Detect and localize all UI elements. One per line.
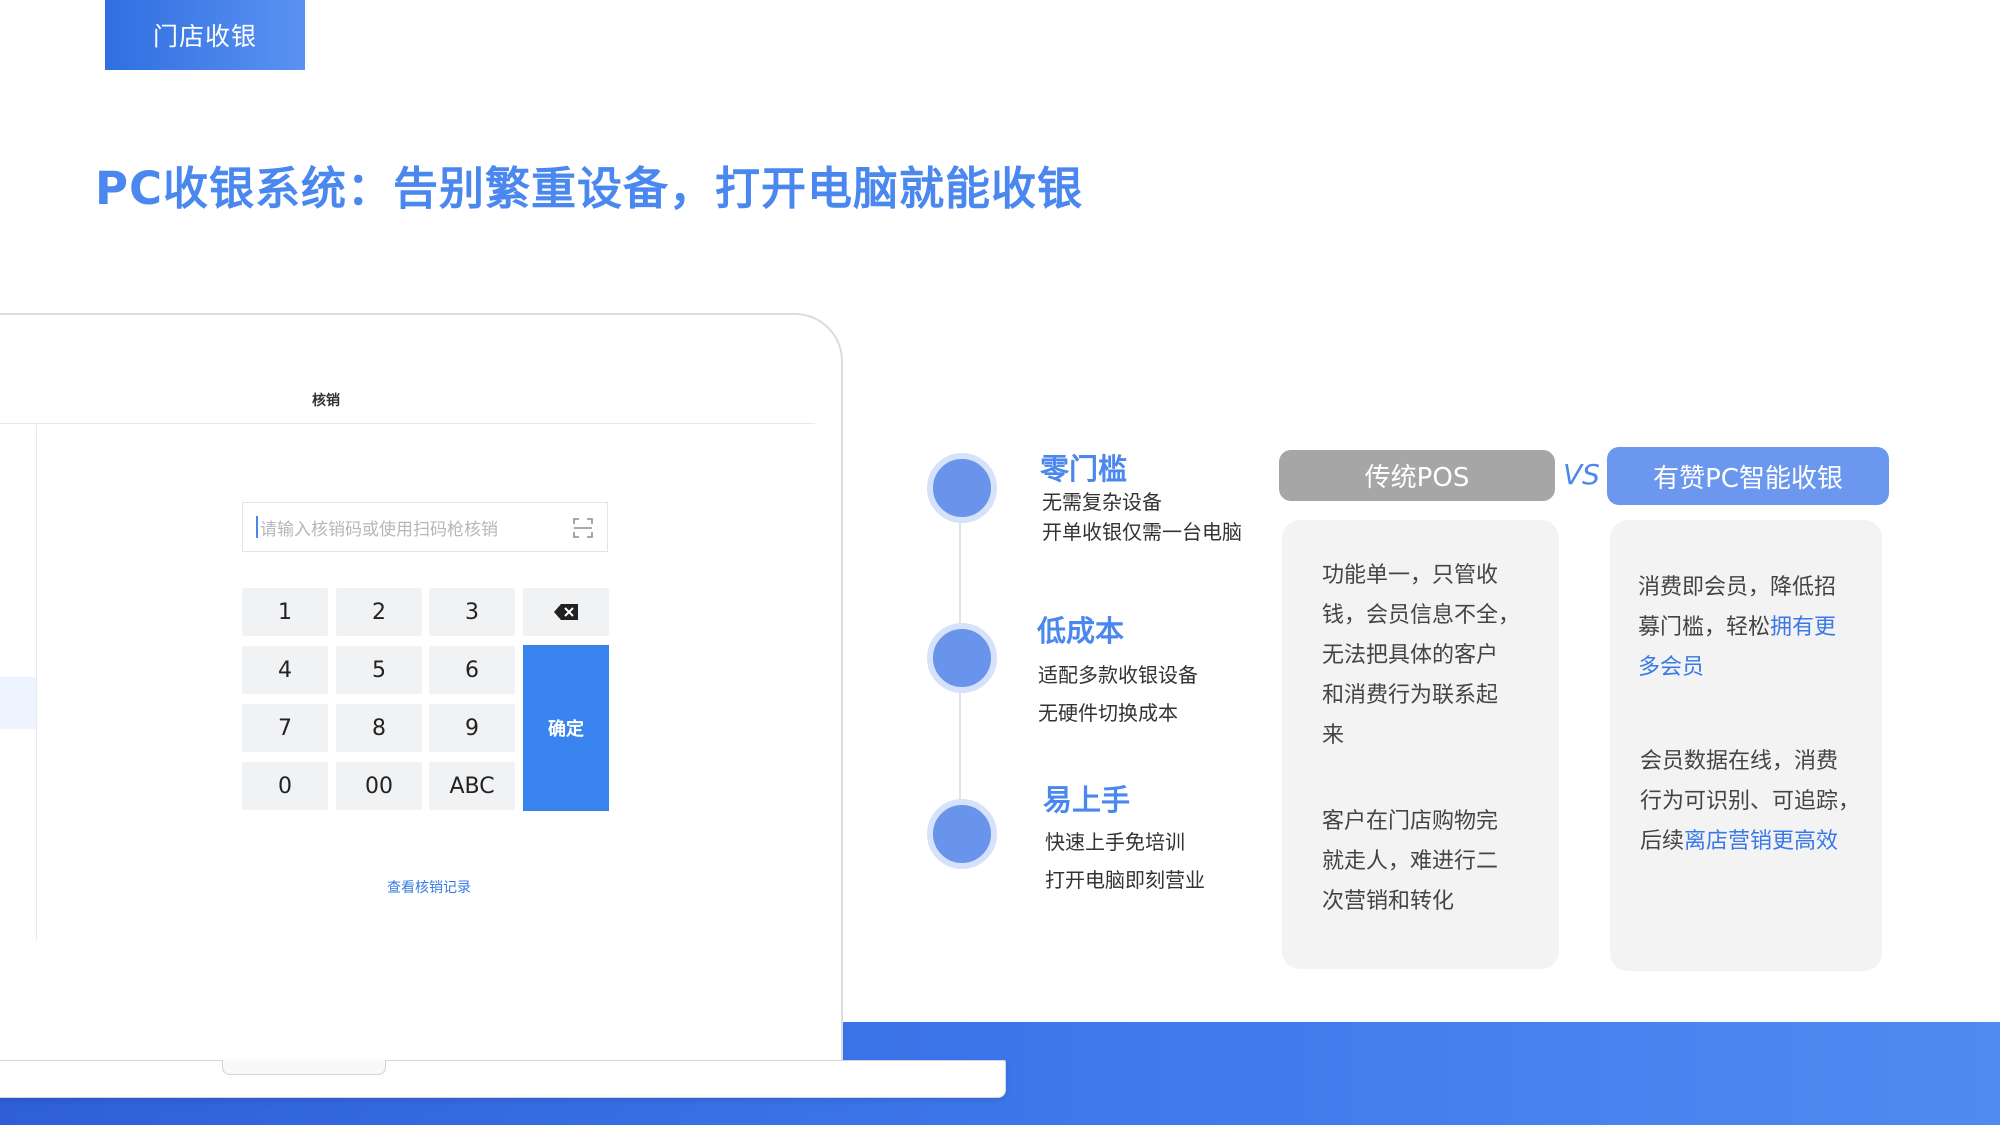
feature-description: 适配多款收银设备 无硬件切换成本 bbox=[1038, 656, 1198, 732]
pc-cashier-label: 有赞PC智能收银 bbox=[1607, 447, 1889, 505]
key-label: 8 bbox=[372, 715, 386, 741]
keypad-key-9[interactable]: 9 bbox=[429, 704, 515, 752]
screen-sidebar-divider bbox=[36, 425, 37, 940]
feature-line: 开单收银仅需一台电脑 bbox=[1042, 520, 1242, 544]
traditional-pos-point-2: 客户在门店购物完 就走人，难进行二 次营销和转化 bbox=[1322, 802, 1498, 922]
keypad-key-5[interactable]: 5 bbox=[336, 646, 422, 694]
pc-cashier-card: 消费即会员，降低招 募门槛，轻松拥有更 多会员 会员数据在线，消费 行为可识别、… bbox=[1610, 520, 1882, 971]
key-label: ABC bbox=[449, 773, 495, 799]
traditional-pos-text: 传统POS bbox=[1364, 463, 1470, 493]
text-cursor bbox=[256, 516, 258, 538]
card-text-highlight: 拥有更 bbox=[1770, 615, 1837, 640]
feature-description: 无需复杂设备 开单收银仅需一台电脑 bbox=[1042, 487, 1242, 547]
feature-line: 打开电脑即刻营业 bbox=[1045, 868, 1205, 892]
keypad-key-abc[interactable]: ABC bbox=[429, 762, 515, 810]
vs-label: VS bbox=[1563, 458, 1600, 491]
verification-code-input[interactable]: 请输入核销码或使用扫码枪核销 bbox=[242, 502, 608, 552]
scan-icon[interactable] bbox=[573, 518, 593, 538]
card-line: 消费即会员，降低招 bbox=[1638, 575, 1837, 600]
keypad-key-1[interactable]: 1 bbox=[242, 588, 328, 636]
feature-title: 零门槛 bbox=[1040, 452, 1128, 486]
keypad-key-6[interactable]: 6 bbox=[429, 646, 515, 694]
traditional-pos-point-1: 功能单一，只管收 钱，会员信息不全， 无法把具体的客户 和消费行为联系起 来 bbox=[1322, 556, 1520, 756]
card-text-highlight: 多会员 bbox=[1638, 655, 1705, 680]
section-tag: 门店收银 bbox=[105, 0, 305, 70]
card-line: 募门槛，轻松拥有更 bbox=[1638, 608, 1836, 648]
feature-title: 易上手 bbox=[1043, 783, 1131, 817]
feature-description: 快速上手免培训 打开电脑即刻营业 bbox=[1045, 823, 1205, 899]
key-label: 7 bbox=[278, 715, 292, 741]
key-label: 3 bbox=[465, 599, 479, 625]
card-line: 无法把具体的客户 bbox=[1322, 643, 1499, 668]
feature-dot bbox=[927, 799, 997, 869]
laptop-base bbox=[0, 1060, 1006, 1098]
feature-line: 适配多款收银设备 bbox=[1038, 663, 1198, 687]
key-label: 2 bbox=[372, 599, 386, 625]
pc-cashier-point-1: 消费即会员，降低招 募门槛，轻松拥有更 多会员 bbox=[1638, 568, 1836, 688]
card-text-plain: 募门槛，轻松 bbox=[1638, 615, 1771, 640]
card-line: 来 bbox=[1322, 723, 1345, 748]
screen-header-divider bbox=[0, 423, 815, 424]
page-title: PC收银系统：告别繁重设备，打开电脑就能收银 bbox=[95, 162, 1084, 215]
key-label: 0 bbox=[278, 773, 292, 799]
backspace-key[interactable] bbox=[523, 588, 609, 636]
card-line: 钱，会员信息不全， bbox=[1322, 603, 1521, 628]
traditional-pos-card: 功能单一，只管收 钱，会员信息不全， 无法把具体的客户 和消费行为联系起 来 客… bbox=[1282, 520, 1559, 969]
pc-cashier-point-2: 会员数据在线，消费 行为可识别、可追踪， 后续离店营销更高效 bbox=[1640, 742, 1860, 862]
confirm-button[interactable]: 确定 bbox=[523, 645, 609, 811]
traditional-pos-label: 传统POS bbox=[1279, 450, 1555, 501]
feature-line: 快速上手免培训 bbox=[1045, 830, 1185, 854]
key-label: 00 bbox=[365, 773, 393, 799]
card-text-highlight: 离店营销更高效 bbox=[1684, 829, 1839, 854]
laptop-notch bbox=[222, 1060, 386, 1075]
pc-cashier-text: 有赞PC智能收银 bbox=[1653, 463, 1843, 494]
verification-code-placeholder: 请输入核销码或使用扫码枪核销 bbox=[260, 519, 498, 540]
card-line: 就走人，难进行二 bbox=[1322, 849, 1499, 874]
card-line: 功能单一，只管收 bbox=[1322, 563, 1499, 588]
card-line: 客户在门店购物完 bbox=[1322, 809, 1499, 834]
keypad-key-4[interactable]: 4 bbox=[242, 646, 328, 694]
backspace-icon bbox=[554, 604, 578, 620]
card-text-plain: 后续 bbox=[1640, 829, 1685, 854]
keypad-key-0[interactable]: 0 bbox=[242, 762, 328, 810]
sidebar-active-item[interactable] bbox=[0, 677, 36, 729]
card-line: 和消费行为联系起 bbox=[1322, 683, 1499, 708]
feature-line: 无需复杂设备 bbox=[1042, 490, 1162, 514]
section-tag-label: 门店收银 bbox=[152, 22, 257, 51]
view-records-link[interactable]: 查看核销记录 bbox=[387, 877, 471, 897]
key-label: 6 bbox=[465, 657, 479, 683]
card-line: 会员数据在线，消费 bbox=[1640, 749, 1839, 774]
keypad-key-3[interactable]: 3 bbox=[429, 588, 515, 636]
keypad-key-00[interactable]: 00 bbox=[336, 762, 422, 810]
key-label: 9 bbox=[465, 715, 479, 741]
key-label: 1 bbox=[278, 599, 292, 625]
feature-title: 低成本 bbox=[1037, 614, 1125, 648]
keypad-key-7[interactable]: 7 bbox=[242, 704, 328, 752]
key-label: 4 bbox=[278, 657, 292, 683]
card-line: 行为可识别、可追踪， bbox=[1640, 789, 1861, 814]
card-line: 后续离店营销更高效 bbox=[1640, 822, 1860, 862]
keypad-key-8[interactable]: 8 bbox=[336, 704, 422, 752]
feature-dot bbox=[927, 453, 997, 523]
key-label: 5 bbox=[372, 657, 386, 683]
feature-line: 无硬件切换成本 bbox=[1038, 701, 1178, 725]
screen-title: 核销 bbox=[312, 393, 340, 409]
keypad-key-2[interactable]: 2 bbox=[336, 588, 422, 636]
card-line: 次营销和转化 bbox=[1322, 889, 1455, 914]
feature-dot bbox=[927, 623, 997, 693]
